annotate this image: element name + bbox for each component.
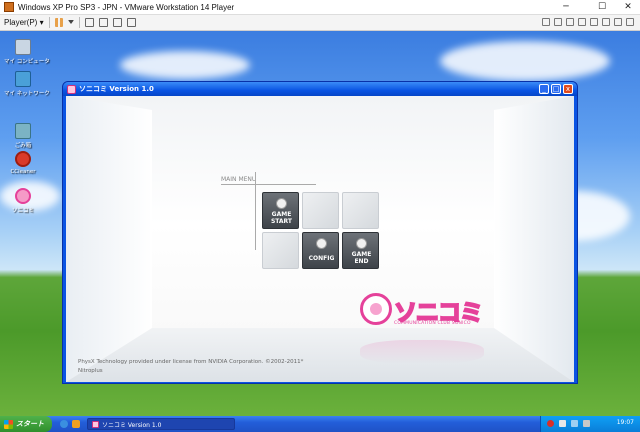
sonico-head-logo-icon xyxy=(360,293,392,325)
publisher-name: Nitroplus xyxy=(78,368,103,374)
desktop-icon-label: ごみ箱 xyxy=(14,143,32,149)
vmware-title-bar[interactable]: Windows XP Pro SP3 - JPN - VMware Workst… xyxy=(0,0,640,15)
vmware-window-title: Windows XP Pro SP3 - JPN - VMware Workst… xyxy=(18,2,235,12)
unity-icon[interactable] xyxy=(98,18,108,27)
copyright-footer: PhysX Technology provided under license … xyxy=(78,358,303,376)
toolbar-separator xyxy=(48,17,50,28)
network-adapter-icon[interactable] xyxy=(566,18,574,26)
desktop-icon-my-computer[interactable]: マイ コンピュータ xyxy=(4,39,50,65)
internet-explorer-icon[interactable] xyxy=(60,420,68,428)
taskbar-item-label: ソニコミ Version 1.0 xyxy=(102,421,162,429)
pause-icon[interactable] xyxy=(54,18,63,27)
vmware-toolbar: Player(P) ▾ xyxy=(0,15,640,31)
config-label: CONFIG xyxy=(308,255,335,262)
message-icon[interactable] xyxy=(626,18,634,26)
ccleaner-icon xyxy=(15,151,31,167)
menu-guide-line xyxy=(221,184,316,185)
desktop-icon-label: マイ コンピュータ xyxy=(4,59,50,65)
sonicomi-app-icon xyxy=(67,84,76,94)
cloud-decoration xyxy=(440,41,610,81)
sonicomi-window-title: ソニコミ Version 1.0 xyxy=(79,85,154,93)
logo-subtitle: COMMUNICATION CLUB SONICO xyxy=(394,321,471,326)
play-icon xyxy=(356,238,367,249)
vmware-close-button[interactable]: ✕ xyxy=(614,0,640,15)
main-menu-label: MAIN MENU xyxy=(221,176,257,183)
taskbar: スタート ソニコミ Version 1.0 19:07 xyxy=(0,416,640,432)
desktop-icon-my-network[interactable]: マイ ネットワーク xyxy=(4,71,50,97)
wrench-icon xyxy=(316,238,327,249)
minimize-button[interactable]: _ xyxy=(539,84,549,94)
my-computer-icon xyxy=(15,39,31,55)
system-tray: 19:07 xyxy=(540,416,640,432)
printer-icon[interactable] xyxy=(602,18,610,26)
empty-menu-tile xyxy=(342,192,379,229)
desktop-icon-recycle-bin[interactable]: ごみ箱 xyxy=(4,123,42,149)
sonicomi-task-icon xyxy=(92,420,99,428)
start-label: スタート xyxy=(16,420,44,428)
sonicomi-title-bar[interactable]: ソニコミ Version 1.0 _ □ x xyxy=(63,82,577,96)
vmware-maximize-button[interactable]: ☐ xyxy=(588,0,616,15)
cd-drive-icon[interactable] xyxy=(554,18,562,26)
game-end-button[interactable]: GAME END xyxy=(342,232,379,269)
taskbar-item-sonicomi[interactable]: ソニコミ Version 1.0 xyxy=(87,418,235,430)
empty-menu-tile xyxy=(302,192,339,229)
cloud-decoration xyxy=(120,51,250,79)
ime-icon[interactable] xyxy=(559,420,566,427)
vmware-minimize-button[interactable]: ─ xyxy=(552,0,580,15)
player-menu[interactable]: Player(P) ▾ xyxy=(4,18,44,27)
dropdown-icon[interactable] xyxy=(67,19,74,26)
start-button[interactable]: スタート xyxy=(0,416,52,432)
desktop-icon-label: マイ ネットワーク xyxy=(4,91,50,97)
sonicomi-window: ソニコミ Version 1.0 _ □ x MAIN MENU GAME ST… xyxy=(62,81,578,384)
media-player-icon[interactable] xyxy=(72,420,80,428)
hard-disk-icon[interactable] xyxy=(542,18,550,26)
fit-guest-icon[interactable] xyxy=(126,18,136,27)
vmware-app-icon xyxy=(4,2,14,12)
game-screen[interactable]: MAIN MENU GAME START CONFIG GAME END ソニコ… xyxy=(66,96,574,382)
volume-icon[interactable] xyxy=(583,420,590,427)
game-start-button[interactable]: GAME START xyxy=(262,192,299,229)
desktop-icon-sonicomi[interactable]: ソニコミ xyxy=(4,188,42,214)
fullscreen-icon[interactable] xyxy=(112,18,122,27)
desktop-icon-label: ソニコミ xyxy=(11,208,34,214)
config-button[interactable]: CONFIG xyxy=(302,232,339,269)
sound-card-icon[interactable] xyxy=(590,18,598,26)
device-status-icons xyxy=(542,18,634,26)
windows-logo-icon xyxy=(4,419,13,429)
toolbar-separator xyxy=(78,17,80,28)
usb-icon[interactable] xyxy=(578,18,586,26)
sonicomi-icon xyxy=(15,188,31,204)
send-ctrl-alt-del-icon[interactable] xyxy=(84,18,94,27)
desktop-icon-label: CCleaner xyxy=(10,169,36,175)
close-button[interactable]: x xyxy=(563,84,573,94)
game-end-label-2: END xyxy=(354,258,369,265)
physx-notice: PhysX Technology provided under license … xyxy=(78,359,304,365)
network-icon xyxy=(15,71,31,87)
clock[interactable]: 19:07 xyxy=(617,419,634,426)
menu-guide-line xyxy=(255,172,256,250)
empty-menu-tile xyxy=(262,232,299,269)
display-icon[interactable] xyxy=(614,18,622,26)
maximize-button[interactable]: □ xyxy=(551,84,561,94)
network-tray-icon[interactable] xyxy=(571,420,578,427)
desktop-icon-ccleaner[interactable]: CCleaner xyxy=(4,151,42,175)
security-alert-icon[interactable] xyxy=(547,420,554,427)
logo-reflection xyxy=(360,340,484,364)
game-start-label-2: START xyxy=(270,218,293,225)
controller-icon xyxy=(276,198,287,209)
recycle-bin-icon xyxy=(15,123,31,139)
sonicomi-logo: ソニコミ COMMUNICATION CLUB SONICO xyxy=(360,291,484,339)
